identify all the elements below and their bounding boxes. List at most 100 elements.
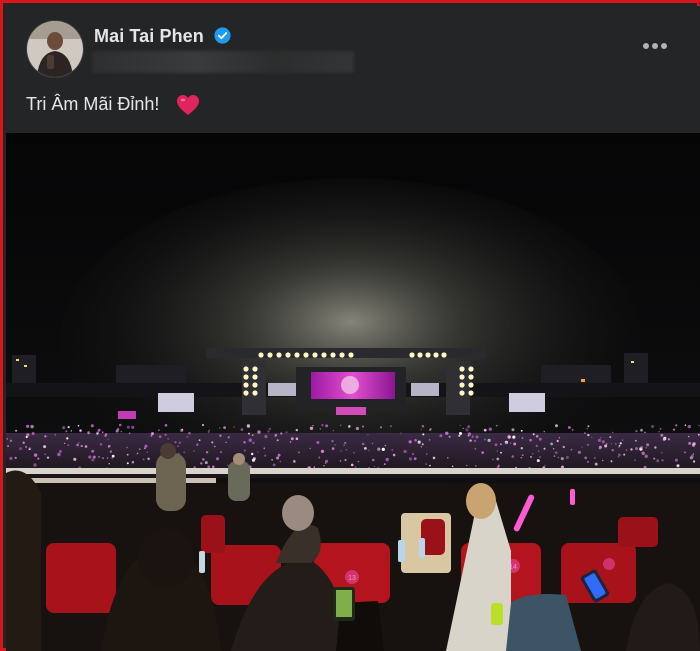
lightstick [223,426,227,429]
lightstick [120,430,123,433]
lightstick [422,433,425,436]
stage-light [425,352,431,358]
lightstick [494,443,498,447]
lightstick [543,430,546,433]
lightstick [411,453,415,456]
lightstick [520,456,523,459]
lightstick [521,437,524,439]
post-header: Mai Tai Phen Tri Âm Mãi Đỉnh! [6,6,700,133]
lightstick [264,434,268,439]
person [156,453,186,511]
lightstick [158,429,160,432]
lightstick [361,442,365,446]
lightstick [644,454,648,458]
stage-light [468,374,474,380]
lightstick [445,431,449,435]
lightstick [107,445,110,448]
lightstick [277,453,281,457]
lightstick [344,441,347,445]
lightstick [496,450,499,452]
lightstick [609,436,612,439]
lightstick [602,459,604,462]
lightstick [469,439,472,442]
lightstick [693,460,696,463]
lightstick [487,438,491,442]
post-photo[interactable]: 13 14 [6,133,700,651]
lightstick [688,435,690,438]
lightstick [267,430,270,433]
lightstick [428,439,431,441]
lightstick [488,427,492,431]
lightstick [373,465,376,467]
lightstick [408,457,413,461]
lightstick [136,452,139,455]
lightstick [279,460,282,463]
lightstick [198,439,201,442]
lightstick [640,428,643,432]
lightstick [371,442,374,445]
lightstick [557,456,559,458]
lightstick [439,434,443,438]
lightstick [571,429,574,431]
lightstick [84,445,88,448]
lightstick [377,447,381,451]
lightstick [420,446,423,448]
lightstick [215,457,220,461]
lightstick [408,440,412,444]
lightstick [586,428,588,430]
stage-light [321,352,327,358]
lightstick [252,441,255,445]
lightstick [325,459,328,463]
lightstick [672,428,676,431]
lightstick [448,435,451,438]
lightstick [146,451,149,453]
lightstick [78,442,80,444]
lightstick [102,431,104,433]
lightstick [271,459,273,461]
stage-light [459,382,465,388]
lightstick [597,438,602,442]
lightstick [298,451,300,454]
lightstick [467,425,471,428]
stage-light [468,366,474,372]
lightstick [475,435,479,439]
lightstick [167,438,169,440]
lightstick [264,454,267,457]
lightstick [535,434,539,438]
lightstick [339,424,342,427]
lightstick [500,443,502,446]
lightstick [556,439,559,443]
more-options-button[interactable] [638,34,672,58]
lightstick [389,425,392,428]
author-name[interactable]: Mai Tai Phen [94,26,204,47]
lightstick [66,437,69,440]
lightstick [473,439,477,443]
lightstick [243,441,246,444]
lightstick [364,447,367,450]
lightstick [115,430,118,433]
stage-light [339,352,345,358]
lightstick [186,436,189,438]
lightstick [684,451,686,454]
lightstick [684,424,687,426]
lightstick [660,433,664,437]
author-avatar[interactable] [26,20,84,78]
lightstick [587,425,590,428]
lightstick [509,442,512,444]
stage-light [243,390,249,396]
lightstick [644,431,646,434]
lightstick [323,465,325,467]
lightstick [243,449,246,452]
lightstick [251,452,254,456]
lightstick [392,453,396,457]
lightstick [58,450,62,453]
lightstick [543,447,546,450]
lightstick [43,445,47,449]
lightstick [605,443,608,445]
lightstick [220,451,222,453]
lightstick [612,431,614,433]
lightstick [257,430,261,434]
lightstick [274,433,278,437]
lightstick [385,457,389,462]
lightstick [451,465,454,467]
